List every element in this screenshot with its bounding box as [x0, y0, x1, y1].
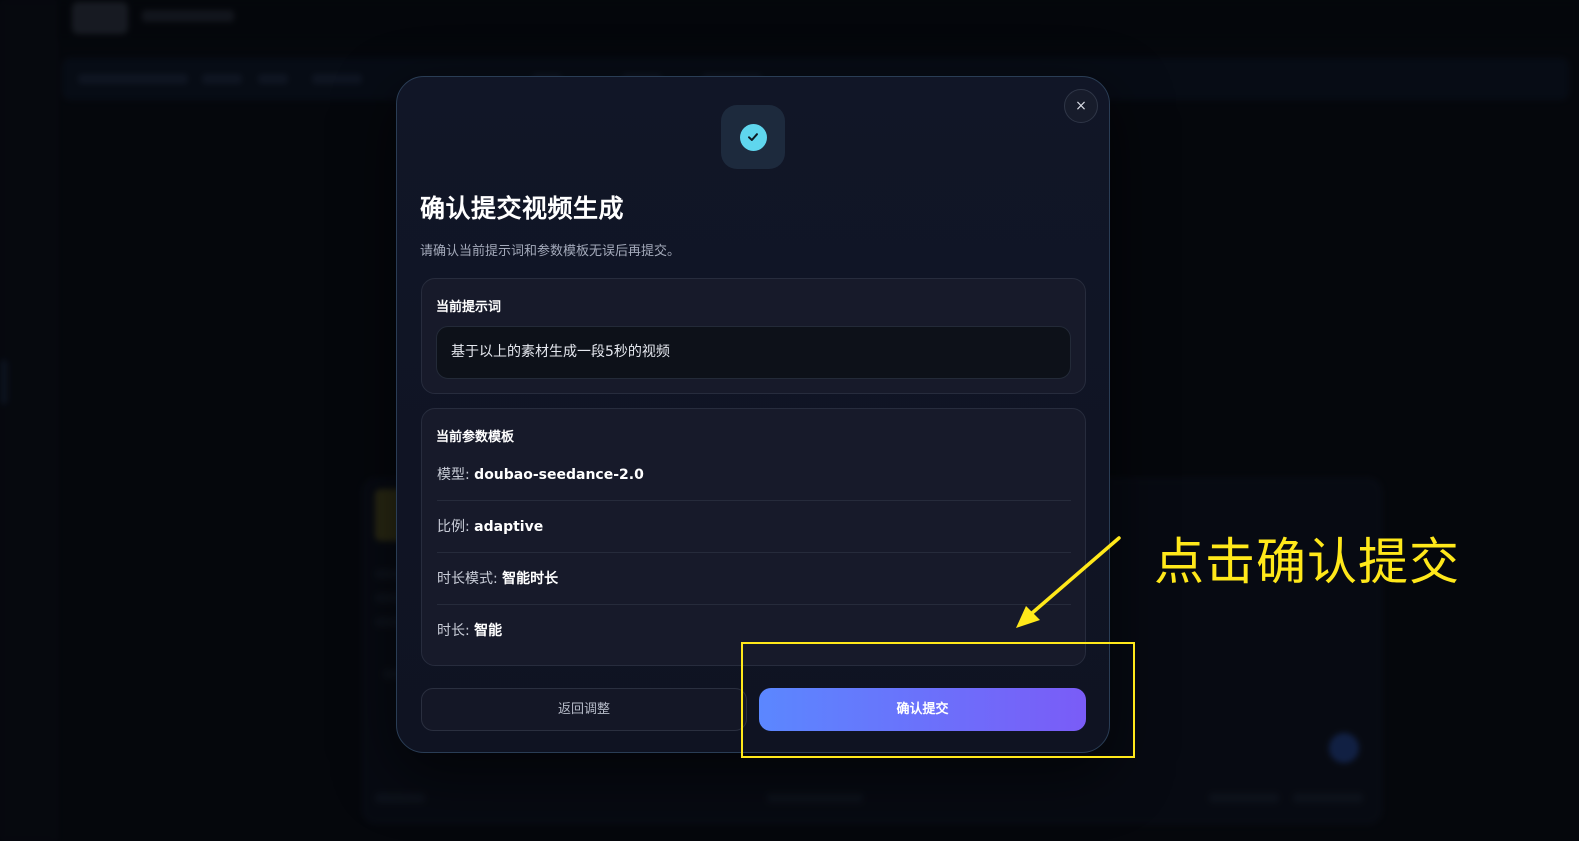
check-circle-icon [739, 123, 767, 151]
param-key: 时长模式: [437, 571, 498, 587]
param-row-duration-mode: 时长模式: 智能时长 [437, 553, 1071, 605]
prompt-value: 基于以上的素材生成一段5秒的视频 [436, 326, 1071, 379]
param-key: 比例: [437, 519, 470, 535]
params-section: 当前参数模板 模型: doubao-seedance-2.0 比例: adapt… [421, 408, 1086, 666]
param-value: adaptive [474, 519, 544, 535]
prompt-section: 当前提示词 基于以上的素材生成一段5秒的视频 [421, 278, 1086, 394]
param-key: 模型: [437, 467, 470, 483]
param-row-model: 模型: doubao-seedance-2.0 [437, 449, 1071, 501]
dialog-subtitle: 请确认当前提示词和参数模板无误后再提交。 [420, 244, 681, 259]
success-badge [721, 105, 785, 169]
back-adjust-button[interactable]: 返回调整 [421, 688, 747, 731]
annotation-highlight-box [741, 642, 1135, 758]
params-section-heading: 当前参数模板 [436, 430, 515, 445]
param-key: 时长: [437, 623, 470, 639]
param-value: doubao-seedance-2.0 [474, 467, 644, 483]
annotation-text: 点击确认提交 [1154, 533, 1460, 591]
param-value: 智能 [474, 623, 503, 639]
dialog-title: 确认提交视频生成 [420, 194, 625, 223]
param-row-ratio: 比例: adaptive [437, 501, 1071, 553]
annotation-arrow-icon [1016, 536, 1121, 628]
param-value: 智能时长 [502, 571, 559, 587]
prompt-section-heading: 当前提示词 [436, 300, 502, 315]
close-button[interactable]: × [1064, 89, 1098, 123]
